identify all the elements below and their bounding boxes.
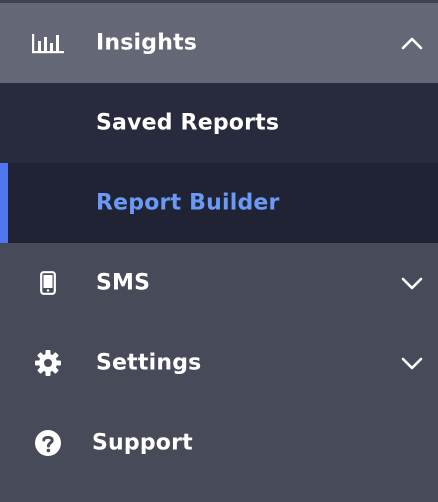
gear-icon bbox=[32, 347, 64, 379]
nav-item-sms-label: SMS bbox=[96, 270, 151, 296]
nav-subitem-saved-reports-label: Saved Reports bbox=[96, 110, 280, 136]
sidebar-nav: Insights Saved Reports Report Builder SM… bbox=[0, 0, 438, 502]
nav-item-support[interactable]: Support bbox=[0, 403, 438, 483]
nav-item-support-label: Support bbox=[92, 430, 193, 456]
chevron-up-icon[interactable] bbox=[400, 31, 424, 55]
question-circle-icon bbox=[32, 427, 64, 459]
nav-subitem-report-builder-label: Report Builder bbox=[96, 190, 280, 216]
nav-item-insights-label: Insights bbox=[96, 30, 198, 56]
active-indicator bbox=[0, 163, 8, 243]
nav-subitem-saved-reports[interactable]: Saved Reports bbox=[0, 83, 438, 163]
nav-subitem-report-builder[interactable]: Report Builder bbox=[0, 163, 438, 243]
chevron-down-icon[interactable] bbox=[400, 271, 424, 295]
nav-item-sms[interactable]: SMS bbox=[0, 243, 438, 323]
nav-item-settings-label: Settings bbox=[96, 350, 202, 376]
nav-item-insights[interactable]: Insights bbox=[0, 3, 438, 83]
mobile-phone-icon bbox=[32, 267, 64, 299]
bar-chart-icon bbox=[32, 27, 64, 59]
chevron-down-icon[interactable] bbox=[400, 351, 424, 375]
nav-item-settings[interactable]: Settings bbox=[0, 323, 438, 403]
